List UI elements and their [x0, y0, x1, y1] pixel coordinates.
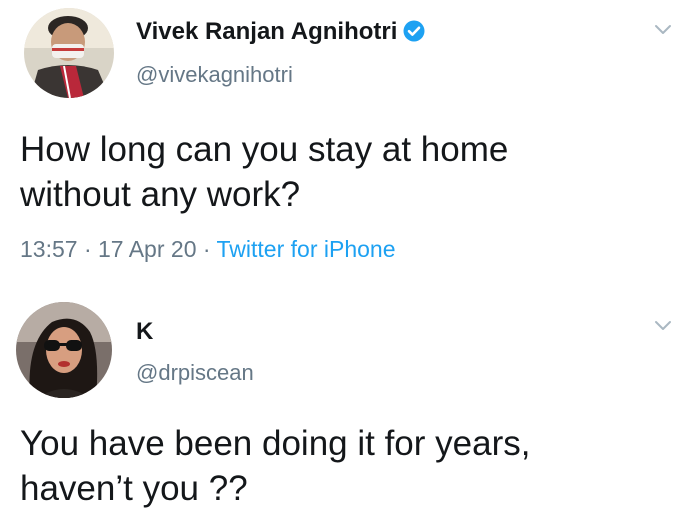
tweet-time[interactable]: 13:57 [20, 236, 78, 262]
verified-badge-icon [403, 20, 425, 49]
tweet-text: You have been doing it for years, haven’… [20, 421, 530, 511]
tweet-text-line: You have been doing it for years, [20, 424, 531, 463]
author-avatar[interactable] [16, 302, 112, 398]
tweet-meta: 13:57 · 17 Apr 20 · Twitter for iPhone [20, 236, 396, 263]
tweet-date[interactable]: 17 Apr 20 [98, 236, 196, 262]
meta-separator: · [202, 236, 211, 262]
chevron-down-icon[interactable] [652, 18, 674, 40]
author-name-row[interactable]: Vivek Ranjan Agnihotri [136, 18, 425, 49]
tweet-text-line: without any work? [20, 175, 301, 214]
author-name[interactable]: K [136, 318, 153, 346]
tweet-text-line: haven’t you ?? [20, 469, 248, 508]
tweet-text: How long can you stay at home without an… [20, 127, 508, 217]
author-handle[interactable]: @drpiscean [136, 360, 254, 386]
author-handle[interactable]: @vivekagnihotri [136, 62, 293, 88]
tweet-drpiscean: K @drpiscean You have been doing it for … [0, 290, 692, 532]
tweet-source-link[interactable]: Twitter for iPhone [217, 236, 396, 262]
tweet-text-line: How long can you stay at home [20, 130, 509, 169]
meta-separator: · [83, 236, 92, 262]
author-name[interactable]: Vivek Ranjan Agnihotri [136, 18, 397, 45]
tweet-vivekagnihotri: Vivek Ranjan Agnihotri @vivekagnihotri H… [0, 0, 692, 290]
author-avatar[interactable] [24, 8, 114, 98]
chevron-down-icon[interactable] [652, 314, 674, 336]
